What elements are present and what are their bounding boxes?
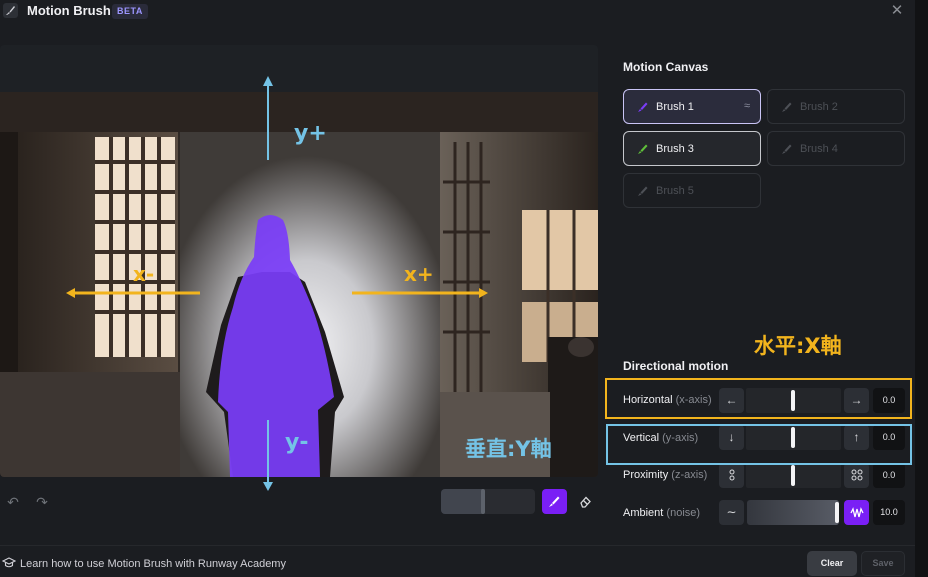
ambient-label: Ambient (noise) (623, 507, 700, 519)
ambient-slider-handle[interactable] (835, 502, 839, 523)
proximity-label-text: Proximity (623, 469, 669, 481)
ambient-axis-text: (noise) (666, 507, 701, 519)
motion-wave-icon: ≈ (743, 100, 750, 112)
brush-label: Brush 2 (800, 100, 838, 113)
proximity-slider-handle[interactable] (791, 465, 795, 486)
proximity-value[interactable]: 0.0 (873, 463, 905, 488)
footer-divider (0, 545, 915, 546)
ambient-label-text: Ambient (623, 507, 664, 519)
motion-canvas-area[interactable] (0, 45, 598, 477)
proximity-label: Proximity (z-axis) (623, 469, 707, 481)
brush-label: Brush 4 (800, 142, 838, 155)
brush-3-button[interactable]: Brush 3 (623, 131, 761, 166)
ambient-slider[interactable] (747, 500, 839, 525)
vertical-highlight-box (606, 424, 912, 465)
axis-label-x-minus: x- (133, 262, 155, 286)
brush-size-handle[interactable] (481, 489, 485, 514)
close-icon[interactable]: ✕ (889, 3, 905, 19)
save-button[interactable]: Save (861, 551, 905, 576)
undo-icon[interactable]: ↶ (4, 493, 22, 511)
brush-label: Brush 5 (656, 184, 694, 197)
brush-icon (780, 100, 794, 114)
scene-image (0, 92, 598, 477)
redo-icon[interactable]: ↷ (33, 493, 51, 511)
axis-label-y-plus: y+ (294, 121, 327, 146)
zoom-out-icon[interactable] (844, 463, 869, 488)
brush-icon (636, 142, 650, 156)
paint-brush-icon (549, 496, 560, 507)
brush-label: Brush 3 (656, 142, 694, 155)
ambient-high-icon[interactable] (844, 500, 869, 525)
brush-1-button[interactable]: Brush 1 ≈ (623, 89, 761, 124)
motion-brush-app-icon (3, 3, 18, 18)
directional-motion-title: Directional motion (623, 359, 729, 373)
eraser-icon (580, 496, 591, 508)
learn-academy-link[interactable]: Learn how to use Motion Brush with Runwa… (20, 558, 286, 570)
brush-size-slider[interactable] (441, 489, 535, 514)
graduation-cap-icon (2, 557, 16, 568)
annotation-vertical: 垂直:Y軸 (465, 437, 552, 461)
brush-5-button[interactable]: Brush 5 (623, 173, 761, 208)
brush-icon (780, 142, 794, 156)
beta-badge: BETA (112, 4, 148, 19)
clear-button[interactable]: Clear (807, 551, 857, 576)
annotation-horizontal: 水平:X軸 (754, 334, 842, 358)
paint-brush-tool-button[interactable] (542, 489, 567, 514)
axis-label-x-plus: x+ (404, 262, 434, 286)
zoom-in-icon[interactable] (719, 463, 744, 488)
ambient-value[interactable]: 10.0 (873, 500, 905, 525)
axis-label-y-minus: y- (285, 430, 309, 455)
motion-canvas-title: Motion Canvas (623, 60, 709, 74)
brush-2-button[interactable]: Brush 2 (767, 89, 905, 124)
dialog-title: Motion Brush (27, 3, 111, 18)
eraser-tool-button[interactable] (573, 489, 598, 514)
brush-label: Brush 1 (656, 100, 694, 113)
brush-icon (636, 184, 650, 198)
horizontal-highlight-box (605, 378, 912, 419)
brush-4-button[interactable]: Brush 4 (767, 131, 905, 166)
ambient-low-icon[interactable]: ∼ (719, 500, 744, 525)
brush-icon (636, 100, 650, 114)
scrollbar-track (915, 0, 928, 577)
proximity-axis-text: (z-axis) (671, 469, 708, 481)
header-bar: Motion Brush BETA ✕ (0, 0, 928, 24)
brush-size-fill (441, 489, 483, 514)
